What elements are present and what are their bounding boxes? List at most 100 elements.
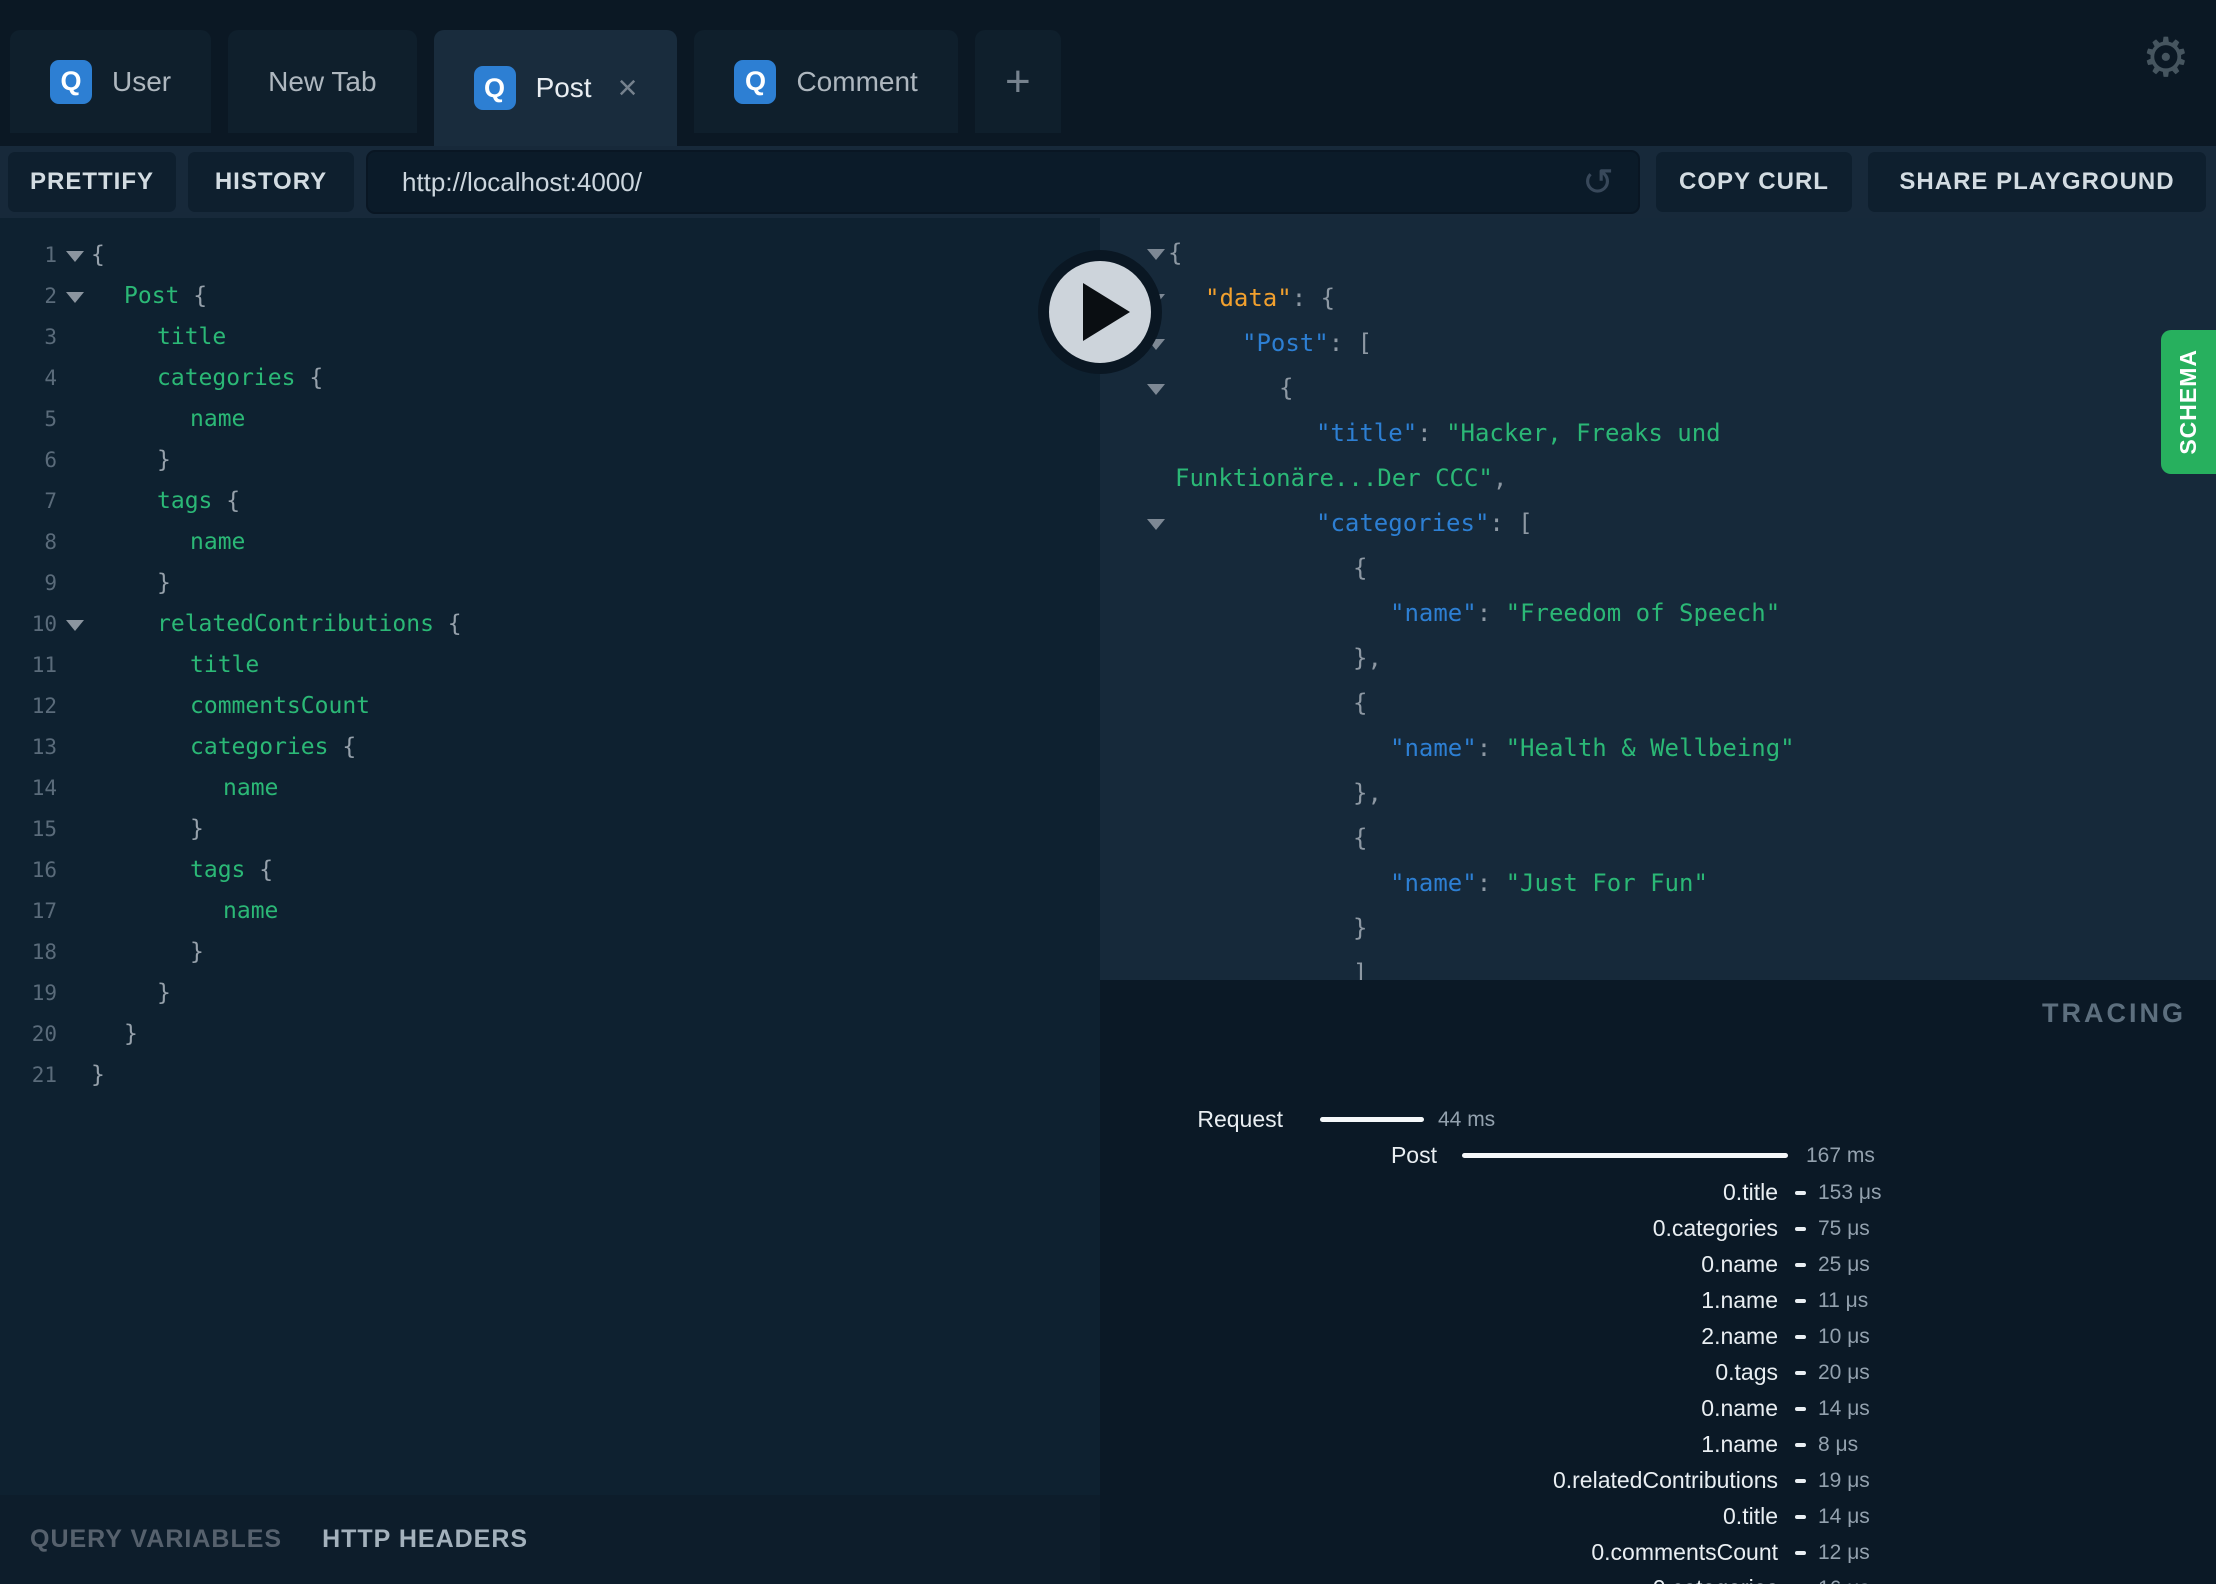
tracing-row: 0.categories 75 μs [1100, 1213, 2216, 1243]
token: "categories" [1316, 509, 1490, 537]
token: { [1353, 824, 1368, 852]
fold-arrow-icon[interactable] [1147, 519, 1165, 530]
token: } [157, 447, 171, 473]
token: "Freedom of Speech" [1505, 599, 1781, 627]
tracing-dash-icon [1795, 1443, 1806, 1447]
tab-label: User [112, 65, 172, 97]
fold-arrow-icon[interactable] [1147, 249, 1165, 260]
tracing-row-label: Post [1390, 1142, 1437, 1168]
tracing-row: Post 167 ms [1100, 1140, 2216, 1170]
token: , [1492, 464, 1508, 492]
endpoint-url-input[interactable]: http://localhost:4000/ ↺ [366, 150, 1640, 214]
tracing-dash-icon [1795, 1371, 1806, 1375]
history-button[interactable]: HISTORY [188, 152, 354, 212]
token: tags [157, 488, 213, 514]
response-line: } [1100, 906, 2216, 951]
copy-curl-button[interactable]: COPY CURL [1656, 152, 1852, 212]
tab-http-headers[interactable]: HTTP HEADERS [322, 1525, 528, 1554]
response-line: "categories": [ [1100, 501, 2216, 546]
tracing-panel: TRACING Request 44 ms Post 167 ms 0.title 153… [1100, 980, 2216, 1584]
query-code: commentsCount [91, 693, 370, 719]
tracing-row-time: 75 μs [1818, 1217, 1870, 1240]
token: "name" [1390, 734, 1477, 762]
tracing-dash-icon [1795, 1551, 1806, 1555]
token: categories [157, 365, 296, 391]
token: "Hacker, Freaks und [1446, 419, 1721, 447]
token: title [190, 652, 260, 678]
line-number: 16 [31, 858, 57, 882]
token: } [1353, 914, 1368, 942]
tracing-row: 0.tags 20 μs [1100, 1357, 2216, 1387]
editor-bottom-bar: QUERY VARIABLES HTTP HEADERS [0, 1495, 1100, 1584]
response-line: { [1100, 231, 2216, 276]
reload-schema-icon[interactable]: ↺ [1582, 160, 1614, 204]
query-code: relatedContributions { [91, 611, 462, 637]
query-badge-icon: Q [50, 59, 92, 104]
tab-comment[interactable]: Q Comment [694, 30, 958, 133]
toolbar: PRETTIFY HISTORY http://localhost:4000/ … [0, 146, 2216, 218]
token: : [1476, 599, 1506, 627]
tracing-row-time: 167 ms [1806, 1144, 1875, 1167]
fold-arrow-icon[interactable] [1147, 384, 1165, 395]
line-number: 21 [31, 1063, 57, 1087]
token: }, [1353, 644, 1382, 672]
response-line: { [1100, 816, 2216, 861]
schema-side-tab[interactable]: SCHEMA [2161, 330, 2216, 474]
tracing-row-time: 153 μs [1818, 1181, 1882, 1204]
tracing-row: 0.title 14 μs [1100, 1501, 2216, 1531]
execute-query-button[interactable] [1038, 250, 1162, 374]
response-code: { [1353, 554, 1367, 582]
close-icon[interactable]: × [618, 71, 638, 105]
query-line: 13 categories { [0, 727, 1100, 768]
fold-arrow-icon[interactable] [66, 251, 84, 262]
tracing-dash-icon [1795, 1515, 1806, 1519]
tracing-row-time: 19 μs [1818, 1469, 1870, 1492]
token: }, [1353, 779, 1382, 807]
token: { [295, 365, 324, 391]
query-code: categories { [91, 365, 323, 391]
query-line: 19} [0, 973, 1100, 1014]
query-editor-pane[interactable]: 1{2 Post {3 title 4 categories {5 name 6} 7 tags… [0, 218, 1100, 1495]
tracing-row-label: 0.name [1701, 1251, 1778, 1277]
tab-user[interactable]: Q User [10, 30, 212, 133]
response-code: "Post": [ [1242, 329, 1372, 357]
tab-query-variables[interactable]: QUERY VARIABLES [30, 1525, 282, 1554]
token: : [1476, 734, 1506, 762]
tab-label: Comment [796, 65, 918, 97]
tracing-row-label: 0.title [1723, 1179, 1778, 1205]
query-code: } [91, 816, 204, 842]
fold-arrow-icon[interactable] [66, 620, 84, 631]
query-code: title [91, 324, 226, 350]
tracing-row-label: Request [1197, 1106, 1283, 1132]
response-code: Funktionäre...Der CCC", [1175, 464, 1507, 492]
query-badge-icon: Q [473, 66, 516, 110]
tracing-row-time: 44 ms [1438, 1108, 1496, 1131]
token: "title" [1316, 419, 1418, 447]
tracing-row-label: 0.relatedContributions [1552, 1467, 1778, 1493]
line-number: 10 [31, 612, 57, 636]
token: { [1168, 239, 1183, 267]
query-line: 20} [0, 1014, 1100, 1055]
share-playground-button[interactable]: SHARE PLAYGROUND [1868, 152, 2206, 212]
response-code: }, [1353, 779, 1382, 807]
token: name [223, 898, 279, 924]
response-code: "categories": [ [1316, 509, 1533, 537]
fold-arrow-icon[interactable] [66, 292, 84, 303]
tracing-row: Request 44 ms [1100, 1104, 2216, 1134]
tab-new-tab[interactable]: New Tab [228, 30, 417, 133]
line-number: 4 [44, 366, 57, 390]
response-viewer-pane: {"data": {"Post": [{"title": "Hacker, Fr… [1100, 218, 2216, 980]
query-code: } [91, 570, 171, 596]
token: name [190, 529, 246, 555]
settings-gear-icon[interactable]: ⚙ [2142, 26, 2190, 89]
query-line: 17 name [0, 891, 1100, 932]
tab-post[interactable]: Q Post × [433, 30, 678, 146]
tracing-dash-icon [1795, 1227, 1806, 1231]
tracing-row-label: 0.tags [1715, 1359, 1778, 1385]
line-number: 14 [31, 776, 57, 800]
add-tab-button[interactable]: + [974, 30, 1061, 133]
prettify-button[interactable]: PRETTIFY [8, 152, 176, 212]
tracing-dash-icon [1795, 1335, 1806, 1339]
query-line: 16 tags { [0, 850, 1100, 891]
query-code: } [91, 980, 171, 1006]
